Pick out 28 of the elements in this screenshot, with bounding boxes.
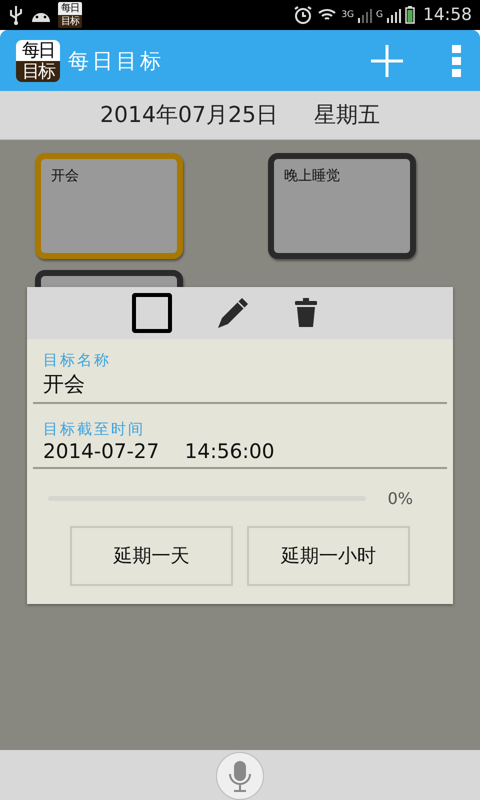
date-text: 2014年07月25日 bbox=[100, 102, 278, 130]
battery-icon bbox=[405, 6, 415, 24]
alarm-clock-icon bbox=[293, 5, 314, 25]
goal-card[interactable]: 开会 bbox=[35, 153, 183, 259]
signal-icon bbox=[358, 7, 372, 23]
postpone-button[interactable]: 延期一小时 bbox=[247, 526, 410, 586]
app-title: 每日目标 bbox=[68, 48, 164, 74]
weekday-text: 星期五 bbox=[314, 102, 380, 130]
postpone-button[interactable]: 延期一天 bbox=[70, 526, 233, 586]
clock-time: 14:58 bbox=[423, 5, 472, 25]
progress-percent: 0% bbox=[388, 489, 413, 508]
goal-title: 晚上睡觉 bbox=[284, 168, 340, 184]
usb-icon bbox=[8, 5, 24, 25]
app-logo: 每日 目标 bbox=[16, 40, 60, 82]
goal-title: 开会 bbox=[51, 168, 79, 184]
overflow-menu-icon[interactable] bbox=[452, 44, 462, 76]
done-checkbox[interactable] bbox=[132, 293, 172, 333]
add-icon[interactable] bbox=[370, 44, 404, 78]
microphone-button[interactable] bbox=[216, 752, 264, 800]
goal-name-field[interactable]: 目标名称 开会 bbox=[33, 351, 447, 404]
deadline-field[interactable]: 目标截至时间 2014-07-27 14:56:00 bbox=[33, 420, 447, 469]
goal-card[interactable]: 晚上睡觉 bbox=[268, 153, 416, 259]
pencil-icon[interactable] bbox=[216, 296, 250, 330]
microphone-icon bbox=[228, 759, 252, 793]
network-type: G bbox=[376, 10, 383, 20]
network-type: 3G bbox=[341, 10, 354, 20]
trash-icon[interactable] bbox=[294, 298, 318, 328]
signal-icon bbox=[387, 7, 401, 23]
